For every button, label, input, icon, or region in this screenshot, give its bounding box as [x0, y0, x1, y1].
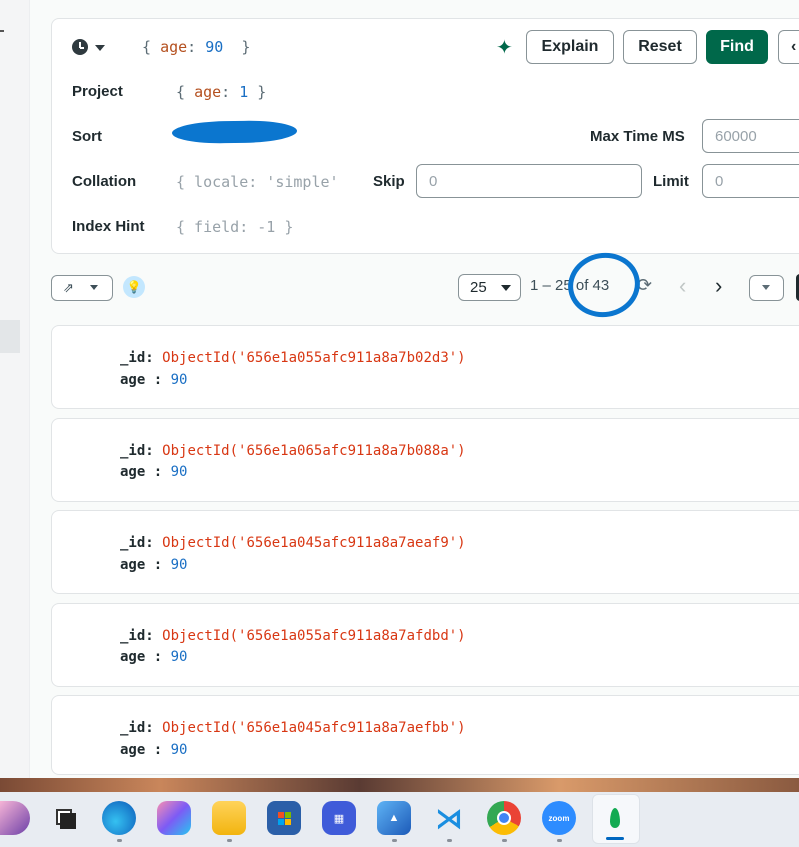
index-hint-input[interactable]: { field: -1 }: [176, 218, 293, 236]
page-size-select[interactable]: 25: [458, 274, 521, 301]
chevron-left-icon[interactable]: ‹: [679, 273, 686, 299]
document-id-row: _id: ObjectId('656e1a065afc911a8a7b088a'…: [120, 443, 466, 459]
task-view-icon[interactable]: [48, 801, 82, 835]
document-age-row: age : 90: [120, 649, 188, 665]
taskbar: ▦ ▲ ⋊ zoom: [0, 792, 799, 847]
chevron-down-icon: [95, 45, 105, 51]
export-button[interactable]: ⇗: [51, 275, 113, 301]
limit-input[interactable]: 0: [702, 164, 799, 198]
running-indicator: [392, 839, 397, 842]
project-open-brace: {: [176, 83, 186, 101]
skip-input[interactable]: 0: [416, 164, 642, 198]
find-button[interactable]: Find: [706, 30, 768, 64]
sparkle-icon[interactable]: ✦: [496, 37, 518, 59]
collation-label: Collation: [72, 173, 137, 190]
running-indicator: [227, 839, 232, 842]
zoom-icon[interactable]: zoom: [542, 801, 576, 835]
document-id-row: _id: ObjectId('656e1a045afc911a8a7aefbb'…: [120, 720, 466, 736]
lightbulb-icon[interactable]: 💡: [123, 276, 145, 298]
document-card[interactable]: _id: ObjectId('656e1a055afc911a8a7b02d3'…: [51, 325, 799, 409]
project-input[interactable]: { age: 1 }: [176, 83, 266, 101]
query-bar: { age: 90 } ✦ Explain Reset Find ‹ Proje…: [51, 18, 799, 254]
left-sidebar: [0, 0, 30, 780]
max-time-input[interactable]: 60000: [702, 119, 799, 153]
project-label: Project: [72, 83, 123, 100]
document-age-row: age : 90: [120, 557, 188, 573]
max-time-label: Max Time MS: [590, 128, 685, 145]
vscode-icon[interactable]: ⋊: [432, 801, 466, 835]
running-indicator: [557, 839, 562, 842]
store-icon[interactable]: [267, 801, 301, 835]
document-age-row: age : 90: [120, 464, 188, 480]
document-id-row: _id: ObjectId('656e1a055afc911a8a7afdbd'…: [120, 628, 466, 644]
document-card[interactable]: _id: ObjectId('656e1a045afc911a8a7aefbb'…: [51, 695, 799, 775]
view-options-button[interactable]: [749, 275, 784, 301]
project-value: 1: [239, 83, 249, 101]
chrome-icon[interactable]: [487, 801, 521, 835]
filter-key: age: [160, 38, 188, 56]
reset-button[interactable]: Reset: [623, 30, 697, 64]
sidebar-selected-item[interactable]: [0, 320, 20, 353]
skip-label: Skip: [373, 173, 405, 190]
project-key: age: [194, 83, 222, 101]
page-size-value: 25: [470, 279, 487, 296]
collation-input[interactable]: { locale: 'simple': [176, 173, 339, 191]
sort-label: Sort: [72, 128, 102, 145]
running-indicator: [502, 839, 507, 842]
phone-link-icon[interactable]: ▦: [322, 801, 356, 835]
filter-value: 90: [205, 38, 224, 56]
active-app-indicator: [606, 837, 624, 840]
options-toggle-button[interactable]: ‹: [778, 30, 799, 64]
desktop-wallpaper-strip: [0, 778, 799, 792]
filter-open-brace: {: [142, 38, 152, 56]
document-card[interactable]: _id: ObjectId('656e1a055afc911a8a7afdbd'…: [51, 603, 799, 687]
document-id-row: _id: ObjectId('656e1a055afc911a8a7b02d3'…: [120, 350, 466, 366]
edge-icon[interactable]: [102, 801, 136, 835]
file-explorer-icon[interactable]: [212, 801, 246, 835]
index-hint-label: Index Hint: [72, 218, 145, 235]
photos-icon[interactable]: ▲: [377, 801, 411, 835]
widgets-icon[interactable]: [0, 801, 30, 835]
mongodb-icon: [598, 801, 632, 835]
document-age-row: age : 90: [120, 742, 188, 758]
query-history-button[interactable]: [72, 37, 112, 59]
sidebar-collapse-marker[interactable]: [0, 30, 4, 32]
document-id-row: _id: ObjectId('656e1a045afc911a8a7aeaf9'…: [120, 535, 466, 551]
document-card[interactable]: _id: ObjectId('656e1a045afc911a8a7aeaf9'…: [51, 510, 799, 594]
document-card[interactable]: _id: ObjectId('656e1a065afc911a8a7b088a'…: [51, 418, 799, 502]
chevron-right-icon[interactable]: ›: [715, 273, 722, 299]
sort-input-redaction[interactable]: [171, 119, 298, 145]
running-indicator: [447, 839, 452, 842]
running-indicator: [117, 839, 122, 842]
explain-button[interactable]: Explain: [526, 30, 614, 64]
chevron-down-icon: [90, 285, 98, 290]
document-age-row: age : 90: [120, 372, 188, 388]
chevron-down-icon: [501, 285, 511, 291]
chevron-down-icon: [762, 285, 770, 290]
filter-input[interactable]: { age: 90 }: [142, 38, 250, 56]
filter-close-brace: }: [241, 38, 251, 56]
clock-icon: [72, 39, 88, 55]
limit-label: Limit: [653, 173, 689, 190]
project-close-brace: }: [257, 83, 267, 101]
export-icon: ⇗: [63, 280, 74, 295]
results-toolbar: ⇗ 💡 25 1 – 25 of 43 ⟳ ‹ ›: [51, 273, 799, 303]
copilot-icon[interactable]: [157, 801, 191, 835]
